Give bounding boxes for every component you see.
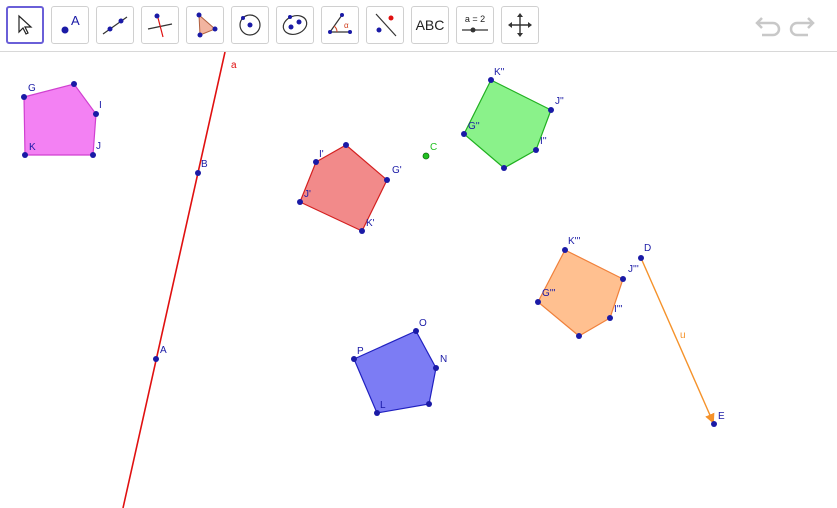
svg-text:α: α [344,21,349,30]
text-icon: ABC [415,17,445,33]
point-D[interactable] [638,255,644,261]
graphics-view[interactable]: a u B A G I J K I' G' K' J' G'' K'' J'' … [0,52,837,508]
label-C: C [430,142,437,153]
toolbar: A α ABC a = 2 [0,0,837,52]
label-G1: G' [392,165,402,176]
point-G1[interactable] [384,177,390,183]
slider-tool-label: a = 2 [465,14,485,24]
point-unlabeled-pink[interactable] [71,81,77,87]
move-view-tool-button[interactable] [501,6,539,44]
line-a[interactable] [122,52,226,508]
label-E: E [718,411,725,422]
point-I2[interactable] [533,147,539,153]
ellipse-tool-button[interactable] [276,6,314,44]
undo-button[interactable] [751,12,783,40]
angle-icon: α [328,13,352,34]
point-unlabeled-green[interactable] [501,165,507,171]
point-B[interactable] [195,170,201,176]
point-A[interactable] [153,356,159,362]
label-K2: K'' [494,67,505,78]
point-K3[interactable] [562,247,568,253]
move-tool-button[interactable] [6,6,44,44]
point-G3[interactable] [535,299,541,305]
label-P: P [357,346,364,357]
point-J1[interactable] [297,199,303,205]
redo-icon [789,17,815,37]
point-G[interactable] [21,94,27,100]
point-I[interactable] [93,111,99,117]
label-A: A [160,345,167,356]
label-G: G [28,83,36,94]
point-K[interactable] [22,152,28,158]
label-vector-u: u [680,330,686,341]
vector-u[interactable] [640,257,715,424]
point-N[interactable] [433,365,439,371]
label-O: O [419,318,427,329]
point-J2[interactable] [548,107,554,113]
label-K1: K' [366,218,375,229]
point-G2[interactable] [461,131,467,137]
point-K1[interactable] [359,228,365,234]
point-unlabeled-red[interactable] [343,142,349,148]
undo-icon [755,17,781,37]
redo-button[interactable] [787,12,819,40]
label-I3: I''' [614,304,623,315]
line-tool-button[interactable] [96,6,134,44]
point-E[interactable] [711,421,717,427]
reflect-about-line-icon [375,13,397,37]
perpendicular-line-icon [147,13,173,38]
slider-tool-button[interactable]: a = 2 [456,6,494,44]
line-through-points-icon [102,16,128,35]
label-K: K [29,142,36,153]
label-J: J [96,141,101,152]
label-J1: J' [304,189,311,200]
ellipse-icon [282,14,308,36]
label-N: N [440,354,447,365]
reflect-tool-button[interactable] [366,6,404,44]
point-I3[interactable] [607,315,613,321]
polygon-icon [196,12,218,38]
label-line-a: a [231,60,237,71]
arrow-cursor-icon [18,14,33,35]
text-tool-button[interactable]: ABC [411,6,449,44]
perpendicular-tool-button[interactable] [141,6,179,44]
move-graphics-view-icon [508,13,532,37]
label-I2: I'' [540,136,547,147]
point-unlabeled-blue[interactable] [426,401,432,407]
label-K3: K''' [568,236,580,247]
circle-center-point-icon [239,14,261,36]
label-G2: G'' [468,121,480,132]
polygon-blue[interactable] [353,330,437,414]
label-B: B [201,159,208,170]
slider-icon: a = 2 [462,14,488,33]
point-tool-button[interactable]: A [51,6,89,44]
angle-tool-button[interactable]: α [321,6,359,44]
point-J3[interactable] [620,276,626,282]
label-G3: G''' [542,288,556,299]
label-I: I [99,100,102,111]
circle-tool-button[interactable] [231,6,269,44]
label-I1: I' [319,149,324,160]
point-tool-label: A [71,13,80,28]
label-D: D [644,243,651,254]
point-unlabeled-orange[interactable] [576,333,582,339]
label-J3: J''' [628,264,639,275]
label-L: L [380,400,386,411]
polygon-tool-button[interactable] [186,6,224,44]
point-icon: A [61,13,80,34]
point-J[interactable] [90,152,96,158]
label-J2: J'' [555,96,564,107]
point-C[interactable] [422,152,430,160]
